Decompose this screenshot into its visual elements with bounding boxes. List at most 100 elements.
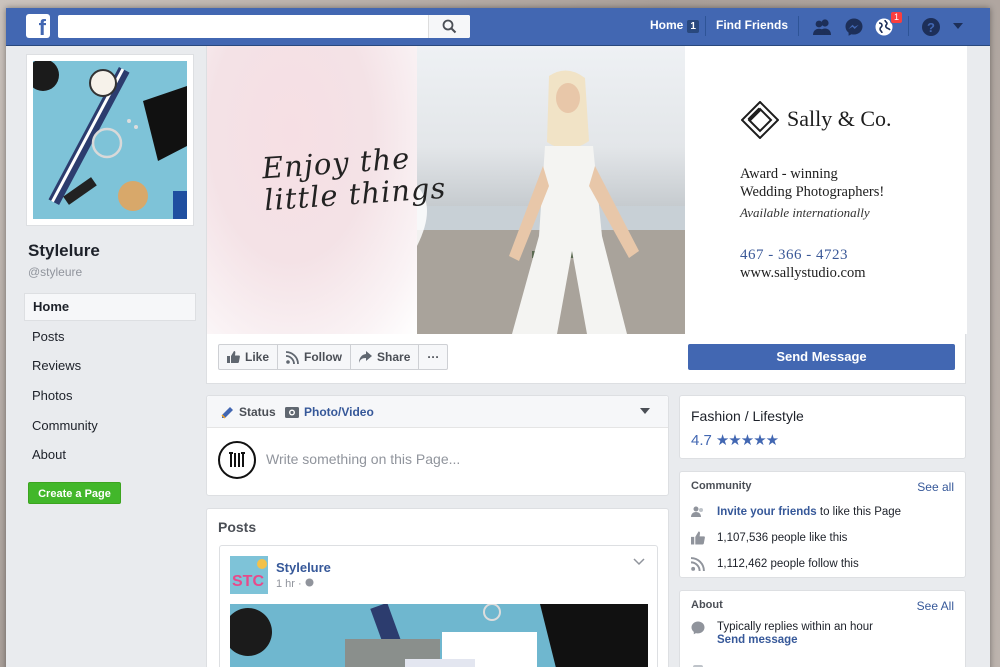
sidebar-item-photos[interactable]: Photos [24,382,196,410]
cover-script-text: Enjoy the little things [261,140,447,217]
nav-find-friends-link[interactable]: Find Friends [716,18,788,32]
community-see-all-link[interactable]: See all [917,480,954,494]
profile-flatlay-illustration [33,61,187,219]
about-reply-row: Typically replies within an hour Send me… [691,621,873,646]
more-options-button[interactable]: ··· [419,345,447,369]
sidebar-item-community[interactable]: Community [24,412,196,440]
composer-input[interactable]: Write something on this Page... [266,451,460,467]
composer-avatar [218,441,256,479]
invite-friends-icon [691,506,703,517]
send-message-button[interactable]: Send Message [688,344,955,370]
nav-divider [908,16,909,36]
post-composer: Status Photo/Video Write something on th… [206,395,669,496]
like-button[interactable]: Like [219,345,279,369]
tab-photo-video[interactable]: Photo/Video [285,405,374,419]
rss-follow-icon [286,350,299,364]
cover-photo[interactable]: Enjoy the little things Sally & Co. Awar… [207,46,967,334]
brand-diamond-logo-icon [741,101,779,139]
about-card: About See All Typically replies within a… [679,590,966,667]
community-follows-row: 1,112,462 people follow this [691,557,859,571]
share-button[interactable]: Share [351,345,420,369]
cover-brand-panel: Sally & Co. Award - winning Wedding Phot… [685,46,967,334]
thumbs-up-icon [227,351,240,363]
nav-home-link[interactable]: Home 1 [650,18,699,33]
notification-count-badge: 1 [890,11,904,24]
rating-stars: ★★★★★ [715,432,779,449]
community-follows-text: 1,112,462 people follow this [717,558,859,570]
sidebar-item-posts[interactable]: Posts [24,323,196,351]
follow-button[interactable]: Follow [278,345,352,369]
post-image-illustration [230,604,648,667]
invite-friends-text: to like this Page [819,506,902,518]
page-handle[interactable]: @styleure [28,265,82,279]
follow-button-label: Follow [304,350,343,364]
svg-text:STC: STC [232,573,264,590]
help-icon[interactable]: ? [921,17,941,37]
pencil-icon [221,406,233,419]
post-image[interactable] [230,604,648,667]
browser-frame: f Home 1 Find Friends 1 ? Stylelure @sty… [6,8,990,667]
tab-status-label: Status [239,405,276,419]
camera-icon [285,407,299,418]
cover-model-photo [417,46,685,334]
post-author-avatar[interactable]: STC [230,556,268,594]
sidebar-item-reviews[interactable]: Reviews [24,352,196,380]
create-page-button[interactable]: Create a Page [28,482,121,504]
rating-value: 4.7 [691,431,712,449]
about-reply-text: Typically replies within an hour [717,621,873,633]
about-see-all-link[interactable]: See All [917,599,954,613]
messenger-small-icon [691,621,705,635]
brand-name: Sally & Co. [787,106,892,131]
community-title: Community [691,480,752,492]
nav-divider [705,16,706,36]
award-line-2: Wedding Photographers! [740,184,885,200]
nav-home-count-badge: 1 [687,20,699,33]
public-globe-icon [305,578,314,587]
community-likes-row: 1,107,536 people like this [691,531,847,545]
page-rating[interactable]: 4.7 ★★★★★ [691,431,779,450]
profile-picture [33,61,187,219]
sidebar-item-home[interactable]: Home [24,293,196,321]
composer-options-caret-icon[interactable] [640,408,650,414]
stylelure-logo-icon [229,452,245,467]
facebook-logo-icon[interactable]: f [26,14,50,38]
community-card: Community See all Invite your friends to… [679,471,966,578]
account-menu-caret-icon[interactable] [952,20,964,32]
about-send-message-link[interactable]: Send message [717,634,873,646]
website-url: www.sallystudio.com [740,265,866,281]
page-info-card: Fashion / Lifestyle 4.7 ★★★★★ [679,395,966,459]
invite-friends-link[interactable]: Invite your friends [717,506,817,518]
community-invite-row: Invite your friends to like this Page [691,505,901,519]
tab-photo-video-label: Photo/Video [304,405,374,419]
share-arrow-icon [359,351,373,363]
messenger-icon[interactable] [844,17,864,37]
svg-text:?: ? [927,20,935,35]
page-name[interactable]: Stylelure [28,241,100,261]
post-avatar-balloon-image: STC [230,556,268,594]
sidebar-item-about[interactable]: About [24,441,196,469]
profile-picture-frame[interactable] [26,54,194,226]
composer-tabs: Status Photo/Video [207,396,668,428]
page-action-buttons: Like Follow Share ··· [218,344,449,370]
share-button-label: Share [377,350,411,364]
post-options-chevron-icon[interactable] [633,558,645,566]
post-timestamp[interactable]: 1 hr · [276,578,314,590]
tab-status[interactable]: Status [221,405,276,419]
search-input[interactable] [58,15,470,38]
search-button[interactable] [428,15,470,38]
award-line-1: Award - winning [740,166,838,182]
about-title: About [691,599,723,611]
friend-requests-icon[interactable] [812,17,832,37]
like-button-label: Like [245,350,270,364]
posts-section: Posts STC Stylelure 1 hr · [206,508,669,667]
nav-divider [798,16,799,36]
post-item: STC Stylelure 1 hr · [219,545,658,667]
phone-number: 467 - 366 - 4723 [740,247,848,263]
post-author-name[interactable]: Stylelure [276,560,331,575]
posts-section-title: Posts [218,519,257,535]
follows-rss-icon [691,557,705,571]
nav-home-label: Home [650,18,684,32]
availability-text: Available internationally [740,205,870,220]
page-category[interactable]: Fashion / Lifestyle [691,408,804,424]
top-navigation-bar: f Home 1 Find Friends 1 ? [6,8,990,46]
